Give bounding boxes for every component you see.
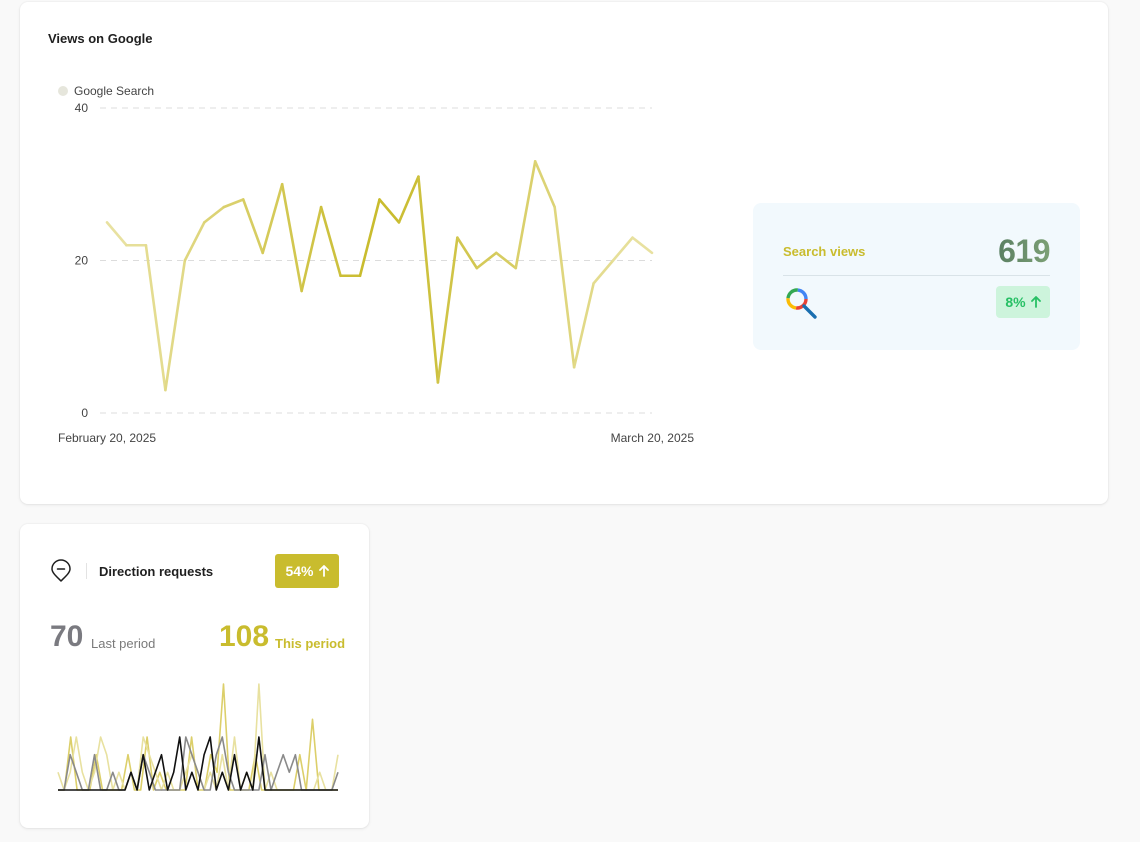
chart-x-axis: February 20, 2025 March 20, 2025 (58, 431, 694, 445)
chart-legend[interactable]: Google Search (58, 84, 154, 98)
series-segment-google-search (631, 236, 654, 255)
series-segment-google-search (183, 221, 206, 262)
series-segment-google-search (300, 205, 323, 293)
series-segment-google-search (241, 198, 265, 255)
y-tick-label: 20 (75, 254, 89, 268)
series-segment-google-search (105, 221, 128, 247)
series-segment-google-search (436, 236, 459, 384)
series-segment-google-search (397, 175, 420, 224)
series-segment-google-search (417, 175, 440, 384)
change-percent: 8% (1005, 294, 1026, 310)
legend-label-google-search: Google Search (74, 84, 154, 98)
series-segment-google-search (203, 205, 226, 224)
series-segment-google-search (319, 205, 342, 278)
chart-y-axis: 0 20 40 (75, 101, 89, 420)
series-segment-google-search (358, 198, 381, 278)
x-tick-label: March 20, 2025 (611, 431, 695, 445)
series-segment-google-search (611, 236, 634, 262)
series-segment-google-search (164, 259, 187, 392)
series-segment-google-search (572, 282, 595, 369)
x-tick-label: February 20, 2025 (58, 431, 156, 445)
chart-gridlines (100, 107, 652, 414)
series-segment-google-search (553, 205, 576, 369)
series-segment-google-search (280, 182, 303, 293)
google-search-icon (786, 288, 817, 319)
search-views-label: Search views (783, 244, 866, 259)
series-segment-google-search (261, 182, 284, 255)
search-views-panel: Search views 619 8% (753, 203, 1080, 350)
series-segment-google-search (592, 259, 615, 285)
search-views-value: 619 (998, 233, 1050, 269)
legend-swatch (58, 86, 68, 96)
y-tick-label: 0 (81, 406, 88, 420)
search-views-change-badge: 8% (996, 286, 1050, 318)
direction-sparkline-chart (57, 683, 339, 791)
series-segment-google-search (514, 160, 537, 270)
series-segment-google-search (144, 243, 167, 392)
views-on-google-card: Views on Google 0 20 40 February 20, 2025 M… (20, 2, 1108, 504)
up-arrow-icon (1030, 296, 1041, 308)
series-segment-google-search (533, 160, 556, 209)
direction-requests-card: Direction requests 54% 70 Last period 10… (20, 524, 369, 828)
views-line-chart: 0 20 40 February 20, 2025 March 20, 2025 Go… (58, 84, 694, 445)
y-tick-label: 40 (75, 101, 89, 115)
divider (783, 275, 1050, 276)
sparkline-series (57, 683, 339, 791)
series-segment-google-search (378, 198, 401, 224)
chart-series (105, 160, 654, 392)
series-segment-google-search (456, 236, 479, 270)
series-segment-google-search (222, 198, 245, 209)
